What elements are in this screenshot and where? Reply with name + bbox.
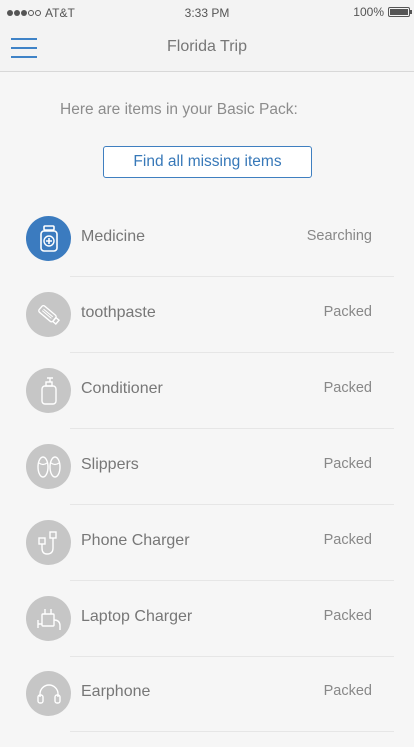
navigation-bar: Florida Trip [0, 24, 414, 72]
row-divider [70, 504, 394, 505]
item-name: toothpaste [81, 304, 156, 321]
battery-icon [388, 7, 412, 17]
find-missing-items-button[interactable]: Find all missing items [103, 146, 312, 178]
status-bar: AT&T 3:33 PM 100% [0, 0, 414, 24]
phone-charger-icon [26, 520, 71, 565]
item-name: Slippers [81, 456, 139, 473]
battery-status: 100% [353, 5, 412, 19]
list-item-slippers[interactable]: Slippers Packed [0, 444, 414, 520]
item-name: Medicine [81, 228, 146, 245]
conditioner-bottle-icon [26, 368, 71, 413]
page-title: Florida Trip [166, 38, 248, 55]
earphone-icon [26, 671, 71, 716]
item-status: Packed [323, 683, 372, 699]
list-item-toothpaste[interactable]: toothpaste Packed [0, 292, 414, 368]
slippers-icon [26, 444, 71, 489]
item-name: Phone Charger [81, 532, 190, 549]
status-time: 3:33 PM [184, 6, 230, 20]
item-status: Packed [323, 456, 372, 472]
list-item-laptop-charger[interactable]: Laptop Charger Packed [0, 596, 414, 672]
item-status: Packed [323, 532, 372, 548]
row-divider [70, 428, 394, 429]
row-divider [70, 276, 394, 277]
toothpaste-icon [26, 292, 71, 337]
item-name: Conditioner [81, 380, 163, 397]
item-status: Packed [323, 304, 372, 320]
row-divider [70, 352, 394, 353]
row-divider [70, 731, 394, 732]
item-name: Laptop Charger [81, 608, 193, 625]
item-status: Packed [323, 608, 372, 624]
battery-percent: 100% [353, 5, 384, 19]
item-status: Packed [323, 380, 372, 396]
intro-text: Here are items in your Basic Pack: [60, 101, 298, 118]
item-status: Searching [306, 228, 372, 244]
laptop-charger-icon [26, 596, 71, 641]
list-item-conditioner[interactable]: Conditioner Packed [0, 368, 414, 444]
item-name: Earphone [81, 683, 151, 700]
row-divider [70, 656, 394, 657]
list-item-phone-charger[interactable]: Phone Charger Packed [0, 520, 414, 596]
list-item-medicine[interactable]: Medicine Searching [0, 216, 414, 292]
medicine-bottle-icon [26, 216, 71, 261]
row-divider [70, 580, 394, 581]
